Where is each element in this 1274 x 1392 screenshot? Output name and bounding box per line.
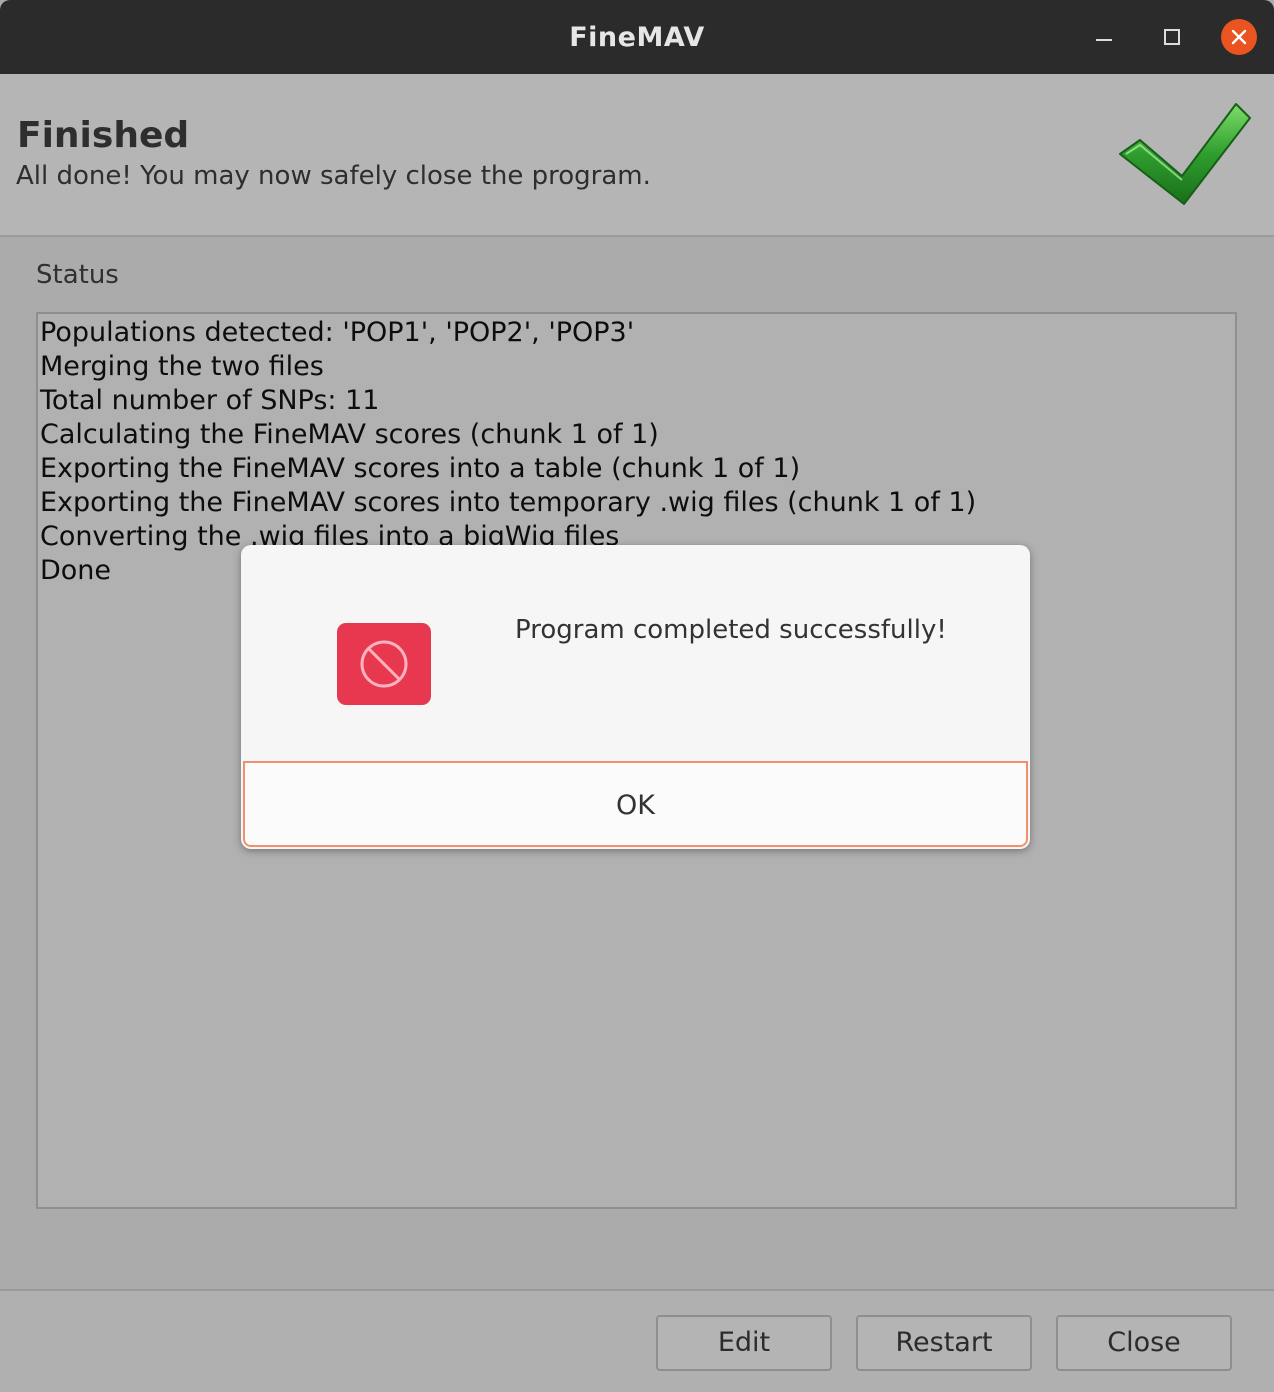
prohibited-icon: [337, 623, 431, 705]
title-bar[interactable]: FineMAV: [0, 0, 1274, 74]
page-title: Finished: [17, 115, 190, 156]
status-line: Exporting the FineMAV scores into a tabl…: [40, 453, 801, 484]
status-line: Merging the two files: [40, 351, 324, 382]
status-line: Calculating the FineMAV scores (chunk 1 …: [40, 419, 659, 450]
completion-dialog: Program completed successfully! OK: [241, 545, 1030, 849]
status-line: Exporting the FineMAV scores into tempor…: [40, 487, 977, 518]
restart-button[interactable]: Restart: [856, 1315, 1032, 1371]
close-button[interactable]: Close: [1056, 1315, 1232, 1371]
maximize-icon[interactable]: [1154, 19, 1190, 55]
wizard-header: Finished All done! You may now safely cl…: [0, 74, 1274, 237]
edit-button[interactable]: Edit: [656, 1315, 832, 1371]
dialog-message: Program completed successfully!: [515, 615, 947, 645]
minimize-icon[interactable]: [1086, 19, 1122, 55]
window-title: FineMAV: [569, 22, 705, 53]
status-label: Status: [36, 260, 119, 290]
status-line: Populations detected: 'POP1', 'POP2', 'P…: [40, 317, 635, 348]
finemav-window: FineMAV Finished All done! You may now s…: [0, 0, 1274, 1392]
page-subtitle: All done! You may now safely close the p…: [16, 161, 651, 191]
status-line: Total number of SNPs: 11: [40, 385, 380, 416]
close-icon[interactable]: [1221, 19, 1257, 55]
ok-button[interactable]: OK: [243, 761, 1028, 847]
checkmark-icon: [1114, 98, 1254, 212]
button-bar: Edit Restart Close: [0, 1289, 1274, 1392]
